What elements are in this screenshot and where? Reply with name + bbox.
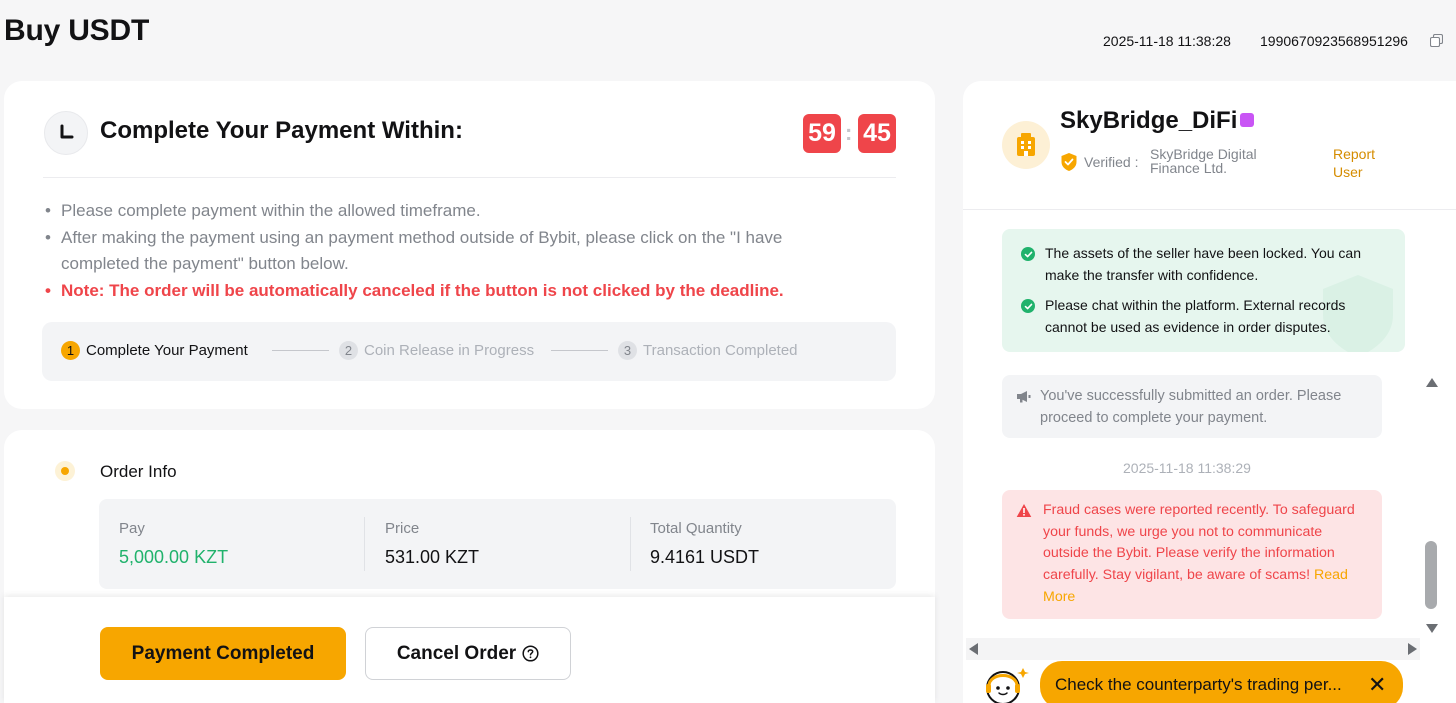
- report-user-link[interactable]: Report User: [1333, 145, 1403, 181]
- message-time: 2025-11-18 11:38:29: [1123, 460, 1251, 476]
- clock-icon: [44, 111, 88, 155]
- order-timestamp: 2025-11-18 11:38:28: [1103, 33, 1231, 49]
- copy-icon[interactable]: [1430, 34, 1443, 47]
- step-number: 3: [618, 341, 637, 360]
- note-warning: Note: The order will be automatically ca…: [43, 278, 903, 305]
- step-complete-payment: 1 Complete Your Payment: [61, 341, 248, 360]
- divider: [43, 177, 896, 178]
- verified-company: SkyBridge Digital Finance Ltd.: [1150, 146, 1257, 176]
- fraud-text: Fraud cases were reported recently. To s…: [1043, 502, 1355, 584]
- seller-name[interactable]: SkyBridge_DiFi: [1060, 107, 1237, 135]
- step-label: Coin Release in Progress: [364, 342, 535, 359]
- quantity-label: Total Quantity: [650, 520, 742, 537]
- verified-label: Verified :: [1084, 154, 1139, 170]
- price-label: Price: [385, 520, 420, 537]
- step-number: 1: [61, 341, 80, 360]
- safety-item: The assets of the seller have been locke…: [1021, 243, 1381, 286]
- timer-separator: :: [845, 120, 853, 145]
- page-title: Buy USDT: [4, 14, 150, 47]
- check-circle-icon: [1021, 299, 1035, 313]
- timer-minutes: 59: [803, 114, 841, 153]
- payment-notes: Please complete payment within the allow…: [43, 198, 903, 304]
- note-item: After making the payment using an paymen…: [43, 225, 843, 278]
- payment-deadline-title: Complete Your Payment Within:: [100, 117, 463, 144]
- step-connector: [551, 350, 608, 351]
- step-label: Complete Your Payment: [86, 342, 248, 359]
- timer-seconds: 45: [858, 114, 896, 153]
- price-value: 531.00 KZT: [385, 547, 480, 567]
- help-icon: [522, 645, 539, 662]
- step-connector: [272, 350, 329, 351]
- system-message-text: You've successfully submitted an order. …: [1040, 388, 1342, 426]
- assistant-bot-icon[interactable]: [983, 664, 1031, 703]
- order-summary: [99, 499, 896, 589]
- order-info-title: Order Info: [100, 462, 177, 481]
- scrollbar-thumb[interactable]: [1425, 541, 1437, 609]
- safety-text: The assets of the seller have been locke…: [1045, 245, 1361, 283]
- trading-tip-bubble[interactable]: Check the counterparty's trading per...: [1040, 661, 1403, 703]
- step-label: Transaction Completed: [643, 342, 798, 359]
- column-separator: [630, 517, 631, 571]
- column-separator: [364, 517, 365, 571]
- order-id: 1990670923568951296: [1260, 33, 1408, 49]
- cancel-order-button[interactable]: Cancel Order: [365, 627, 571, 680]
- check-circle-icon: [1021, 247, 1035, 261]
- seller-avatar: [1002, 121, 1050, 169]
- cancel-order-label: Cancel Order: [396, 642, 517, 664]
- safety-item: Please chat within the platform. Externa…: [1021, 295, 1381, 338]
- warning-icon: [1016, 504, 1032, 517]
- horizontal-scrollbar[interactable]: [966, 638, 1420, 660]
- fraud-warning-text: Fraud cases were reported recently. To s…: [1043, 500, 1368, 609]
- building-icon: [1017, 133, 1035, 156]
- close-icon[interactable]: ✕: [1368, 674, 1386, 696]
- safety-text: Please chat within the platform. Externa…: [1045, 297, 1346, 335]
- megaphone-icon: [1017, 391, 1031, 403]
- step-number: 2: [339, 341, 358, 360]
- step-coin-release: 2 Coin Release in Progress: [339, 341, 534, 360]
- trading-tip-text: Check the counterparty's trading per...: [1055, 675, 1342, 694]
- divider: [963, 209, 1456, 210]
- order-dot-icon-inner: [61, 467, 69, 475]
- pay-value: 5,000.00 KZT: [119, 547, 229, 567]
- payment-completed-button[interactable]: Payment Completed: [100, 627, 346, 680]
- verified-shield-icon: [1061, 153, 1077, 171]
- vip-badge-icon: [1240, 113, 1254, 127]
- step-transaction-completed: 3 Transaction Completed: [618, 341, 798, 360]
- quantity-value: 9.4161 USDT: [650, 547, 760, 567]
- pay-label: Pay: [119, 520, 145, 537]
- note-item: Please complete payment within the allow…: [43, 198, 903, 225]
